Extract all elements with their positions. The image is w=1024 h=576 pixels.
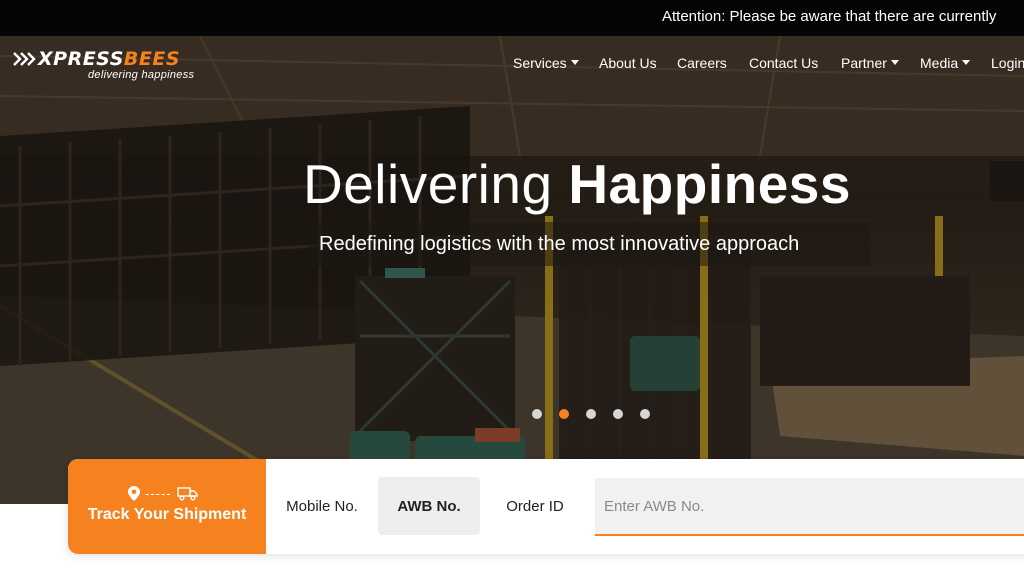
nav-services[interactable]: Services	[513, 55, 579, 71]
announcement-text: Attention: Please be aware that there ar…	[662, 8, 997, 25]
hero-subtitle-box: Redefining logistics with the most innov…	[309, 222, 871, 266]
chevron-down-icon	[890, 59, 899, 65]
tab-mobile-no[interactable]: Mobile No.	[278, 477, 366, 535]
nav-careers[interactable]: Careers	[677, 55, 727, 71]
nav-about-label: About Us	[599, 55, 657, 71]
tab-mobile-label: Mobile No.	[286, 497, 358, 515]
location-pin-icon	[128, 486, 140, 501]
nav-services-label: Services	[513, 55, 567, 71]
tab-order-label: Order ID	[506, 497, 564, 515]
hero-title-light: Delivering	[303, 153, 569, 215]
carousel-dot-5[interactable]	[640, 409, 650, 419]
track-shipment-card: ----- Track Your Shipment Mobile No. AWB…	[68, 459, 1024, 554]
hero-banner	[0, 36, 1024, 504]
chevron-down-icon	[962, 59, 971, 65]
nav-media[interactable]: Media	[920, 55, 971, 71]
tab-awb-label: AWB No.	[397, 497, 461, 515]
chevron-down-icon	[570, 59, 579, 65]
nav-about[interactable]: About Us	[599, 55, 657, 71]
route-dashes: -----	[145, 486, 172, 501]
hero-title-bold: Happiness	[568, 153, 851, 215]
tab-awb-no[interactable]: AWB No.	[378, 477, 480, 535]
nav-login[interactable]: Login	[991, 55, 1024, 71]
nav-partner-label: Partner	[841, 55, 887, 71]
nav-contact-label: Contact Us	[749, 55, 819, 71]
carousel-dot-3[interactable]	[586, 409, 596, 419]
announcement-bar: Attention: Please be aware that there ar…	[0, 0, 1024, 36]
carousel-dot-2[interactable]	[559, 409, 569, 419]
xpressbees-logo[interactable]: XPRESS BEES delivering happiness	[12, 48, 194, 81]
hero-title: Delivering Happiness	[303, 152, 851, 216]
nav-login-label: Login	[991, 55, 1024, 71]
carousel-dot-4[interactable]	[613, 409, 623, 419]
awb-number-input[interactable]	[595, 478, 1024, 536]
logo-chevrons-icon	[13, 52, 36, 66]
delivery-truck-icon	[176, 487, 198, 501]
hero-subtitle: Redefining logistics with the most innov…	[319, 233, 800, 255]
logo-tagline: delivering happiness	[88, 69, 195, 81]
logo-brand-accent: BEES	[123, 48, 180, 70]
nav-partner[interactable]: Partner	[841, 55, 899, 71]
nav-careers-label: Careers	[677, 55, 727, 71]
nav-media-label: Media	[920, 55, 959, 71]
carousel-indicators	[532, 409, 650, 419]
nav-contact[interactable]: Contact Us	[749, 55, 818, 71]
track-shipment-title: Track Your Shipment	[87, 506, 247, 523]
carousel-dot-1[interactable]	[532, 409, 542, 419]
logo-brand-main: XPRESS	[38, 48, 124, 70]
track-shipment-panel: ----- Track Your Shipment	[68, 459, 266, 554]
track-icons: -----	[128, 486, 199, 501]
tab-order-id[interactable]: Order ID	[493, 477, 577, 535]
warehouse-background-image	[0, 36, 1024, 504]
